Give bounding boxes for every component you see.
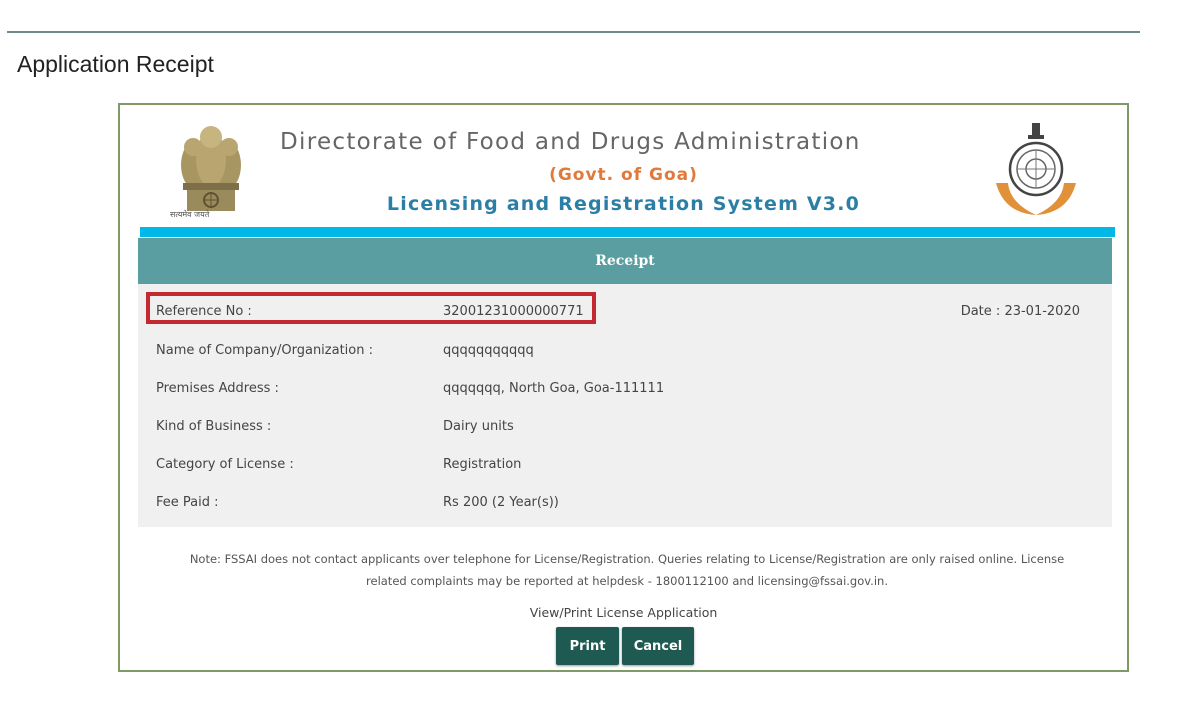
note-text: Note: FSSAI does not contact applicants … — [142, 548, 1112, 592]
category-row: Category of License : Registration — [156, 457, 1096, 487]
note-line-2: related complaints may be reported at he… — [366, 574, 888, 588]
header-accent-bar — [140, 227, 1115, 237]
category-value: Registration — [443, 457, 522, 472]
top-divider — [7, 31, 1140, 33]
reference-label: Reference No : — [156, 304, 252, 319]
fee-value: Rs 200 (2 Year(s)) — [443, 495, 559, 510]
receipt-details: Reference No : 32001231000000771 Date : … — [138, 284, 1112, 527]
reference-row: Reference No : 32001231000000771 Date : … — [156, 304, 1096, 334]
system-name: Licensing and Registration System V3.0 — [386, 193, 861, 215]
address-row: Premises Address : qqqqqqq, North Goa, G… — [156, 381, 1096, 411]
note-line-1: Note: FSSAI does not contact applicants … — [189, 552, 1065, 566]
address-value: qqqqqqq, North Goa, Goa-111111 — [443, 381, 665, 396]
cancel-button[interactable]: Cancel — [622, 627, 694, 665]
company-value: qqqqqqqqqqq — [443, 343, 534, 358]
page-title: Application Receipt — [17, 51, 214, 77]
view-print-link[interactable]: View/Print License Application — [120, 605, 1127, 620]
address-label: Premises Address : — [156, 381, 279, 396]
header-title: Directorate of Food and Drugs Administra… — [280, 129, 861, 155]
business-value: Dairy units — [443, 419, 514, 434]
receipt-panel: सत्यमेव जयते Directorate of Food and Dru… — [118, 103, 1129, 672]
category-label: Category of License : — [156, 457, 294, 472]
fee-row: Fee Paid : Rs 200 (2 Year(s)) — [156, 495, 1096, 525]
company-row: Name of Company/Organization : qqqqqqqqq… — [156, 343, 1096, 373]
fee-label: Fee Paid : — [156, 495, 219, 510]
header-subtitle: (Govt. of Goa) — [549, 165, 698, 185]
business-row: Kind of Business : Dairy units — [156, 419, 1096, 449]
date-value: 23-01-2020 — [1004, 304, 1080, 319]
date-field: Date : 23-01-2020 — [961, 304, 1080, 319]
reference-value: 32001231000000771 — [443, 304, 584, 319]
company-label: Name of Company/Organization : — [156, 343, 373, 358]
date-label: Date : — [960, 304, 1001, 319]
receipt-banner: Receipt — [138, 238, 1112, 284]
print-button[interactable]: Print — [556, 627, 619, 665]
business-label: Kind of Business : — [156, 419, 272, 434]
goa-seal-icon — [996, 123, 1076, 215]
